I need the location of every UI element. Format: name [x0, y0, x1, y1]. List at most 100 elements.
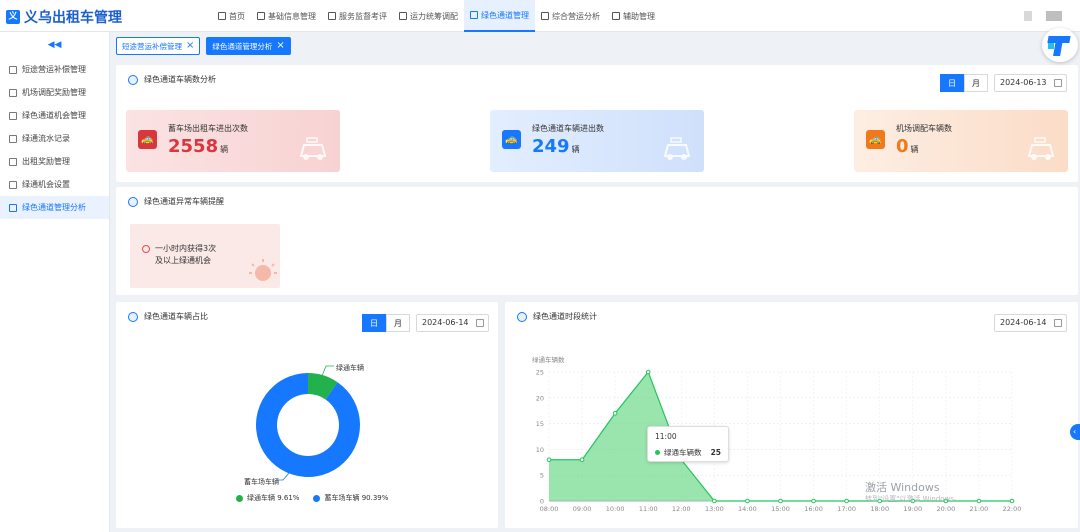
- line-chart-icon: [517, 311, 527, 322]
- notification-icon[interactable]: [1024, 11, 1032, 21]
- tab-label: 绿色通道管理分析: [212, 41, 273, 51]
- sidebar: ◀◀ 短途营运补偿管理 机场调配奖励管理 绿色通道机会管理 绿通流水记录 出租奖…: [0, 32, 110, 532]
- layers-icon: [9, 111, 17, 120]
- tab-label: 短途营运补偿管理: [122, 41, 182, 51]
- stat-card-green-channel: 🚕 绿色通道车辆进出数 249 辆: [490, 110, 704, 172]
- nav-capacity-dispatch[interactable]: 运力统筹调配: [393, 0, 464, 32]
- app-logo[interactable]: 义 义乌出租车管理: [6, 7, 122, 27]
- alert-line: 一小时内获得3次: [155, 244, 217, 253]
- close-icon[interactable]: ×: [186, 41, 194, 51]
- sidebar-item-label: 绿色通道机会管理: [22, 111, 86, 120]
- panel-title: 绿色通道车辆占比: [128, 311, 208, 322]
- abnormal-alert-card[interactable]: 一小时内获得3次 及以上绿通机会: [130, 224, 280, 288]
- sidebar-item-label: 绿色通道管理分析: [22, 203, 86, 212]
- floating-assistant-button[interactable]: [1042, 28, 1078, 62]
- analysis-icon: [541, 12, 549, 20]
- tooltip-series: 绿通车辆数: [664, 448, 702, 457]
- top-bar: 义 义乌出租车管理 首页 基础信息管理 服务监督考评 运力统筹调配 绿色通道管理…: [0, 0, 1080, 32]
- legend-text: 绿通车辆 9.61%: [247, 494, 300, 502]
- calendar-icon: [476, 319, 484, 327]
- side-expand-button[interactable]: ‹: [1070, 424, 1080, 440]
- doc-icon: [257, 12, 265, 20]
- nav-operation-analysis[interactable]: 综合营运分析: [535, 0, 606, 32]
- nav-label: 辅助管理: [623, 11, 655, 21]
- logo-icon: 义: [6, 10, 20, 24]
- tool-icon: [612, 12, 620, 20]
- stat-value: 2558 辆: [168, 136, 228, 157]
- nav-home[interactable]: 首页: [212, 0, 251, 32]
- monitor-icon: [328, 12, 336, 20]
- stat-number: 2558: [168, 136, 219, 157]
- sidebar-item-taxi-reward[interactable]: 出租奖励管理: [0, 150, 109, 173]
- stat-value: 0辆: [896, 136, 919, 157]
- calendar-icon: [1054, 319, 1062, 327]
- period-day-button[interactable]: 日: [362, 314, 386, 332]
- vehicle-count-panel: 绿色通道车辆数分析 日 月 2024-06-13 🚕 蓄车场出租车进出次数 25…: [116, 65, 1078, 182]
- taxi-icon: 🚕: [138, 130, 157, 149]
- period-day-button[interactable]: 日: [940, 74, 964, 92]
- panel-title-text: 绿色通道异常车辆提醒: [144, 197, 224, 206]
- sidebar-item-green-analysis[interactable]: 绿色通道管理分析: [0, 196, 109, 219]
- sidebar-item-label: 绿通流水记录: [22, 134, 70, 143]
- stat-unit: 辆: [910, 145, 919, 154]
- stat-number: 249: [532, 136, 570, 157]
- calendar-icon: [1054, 79, 1062, 87]
- alert-line: 及以上绿通机会: [155, 256, 211, 265]
- user-avatar-icon[interactable]: [1046, 11, 1062, 21]
- topbar-tools: [1024, 11, 1062, 21]
- taxi-icon: 🚕: [502, 130, 521, 149]
- home-icon: [218, 12, 226, 20]
- windows-watermark-sub: 转到"设置"以激活 Windows。: [865, 495, 961, 503]
- stat-label: 蓄车场出租车进出次数: [168, 124, 248, 133]
- doc-icon: [9, 157, 17, 166]
- sidebar-item-green-settings[interactable]: 绿通机会设置: [0, 173, 109, 196]
- sidebar-item-airport-reward[interactable]: 机场调配奖励管理: [0, 81, 109, 104]
- tooltip-value: 25: [710, 448, 721, 457]
- panel-title-text: 绿色通道车辆占比: [144, 312, 208, 321]
- sidebar-item-short-trip[interactable]: 短途营运补偿管理: [0, 58, 109, 81]
- warning-icon: [142, 245, 150, 253]
- sidebar-item-green-opportunity[interactable]: 绿色通道机会管理: [0, 104, 109, 127]
- series-dot: [655, 450, 660, 455]
- nav-label: 综合营运分析: [552, 11, 600, 21]
- nav-basic-info[interactable]: 基础信息管理: [251, 0, 322, 32]
- legend-dot: [313, 494, 321, 502]
- panel-title: 绿色通道时段统计: [517, 311, 597, 322]
- donut-label-green: 绿通车辆: [336, 364, 364, 372]
- date-picker[interactable]: 2024-06-14: [416, 314, 489, 332]
- stat-value: 249 辆: [532, 136, 580, 157]
- legend-item-green[interactable]: 绿通车辆 9.61%: [236, 493, 299, 503]
- doc-icon: [9, 88, 17, 97]
- tooltip-row: 绿通车辆数 25: [655, 447, 721, 458]
- dispatch-icon: [399, 12, 407, 20]
- period-month-button[interactable]: 月: [386, 314, 410, 332]
- main-nav: 首页 基础信息管理 服务监督考评 运力统筹调配 绿色通道管理 综合营运分析 辅助…: [212, 0, 661, 32]
- sidebar-collapse-button[interactable]: ◀◀: [0, 32, 109, 58]
- date-picker[interactable]: 2024-06-14: [994, 314, 1067, 332]
- tab-short-trip[interactable]: 短途营运补偿管理 ×: [116, 37, 201, 55]
- close-icon[interactable]: ×: [276, 41, 284, 51]
- stat-card-airport: 🚕 机场调配车辆数 0辆: [854, 110, 1068, 172]
- legend-item-blue[interactable]: 蓄车场车辆 90.39%: [313, 493, 388, 503]
- period-month-button[interactable]: 月: [964, 74, 988, 92]
- period-toggle: 日 月: [940, 74, 988, 92]
- page-tabs: 短途营运补偿管理 × 绿色通道管理分析 ×: [116, 37, 291, 55]
- windows-watermark: 激活 Windows: [865, 481, 940, 494]
- nav-label: 服务监督考评: [339, 11, 387, 21]
- doc-icon: [9, 65, 17, 74]
- settings-icon: [9, 180, 17, 189]
- tab-green-analysis[interactable]: 绿色通道管理分析 ×: [206, 37, 291, 55]
- panel-title: 绿色通道异常车辆提醒: [128, 196, 224, 207]
- date-picker[interactable]: 2024-06-13: [994, 74, 1067, 92]
- period-toggle: 日 月: [362, 314, 410, 332]
- nav-label: 首页: [229, 11, 245, 21]
- nav-green-channel[interactable]: 绿色通道管理: [464, 0, 535, 32]
- legend-text: 蓄车场车辆 90.39%: [324, 494, 389, 502]
- alert-text: 一小时内获得3次 及以上绿通机会: [155, 243, 216, 267]
- sidebar-item-green-records[interactable]: 绿通流水记录: [0, 127, 109, 150]
- list-icon: [9, 134, 17, 143]
- analysis-icon: [128, 74, 138, 85]
- nav-assist[interactable]: 辅助管理: [606, 0, 661, 32]
- sun-illustration-icon: [249, 259, 277, 281]
- nav-service-supervision[interactable]: 服务监督考评: [322, 0, 393, 32]
